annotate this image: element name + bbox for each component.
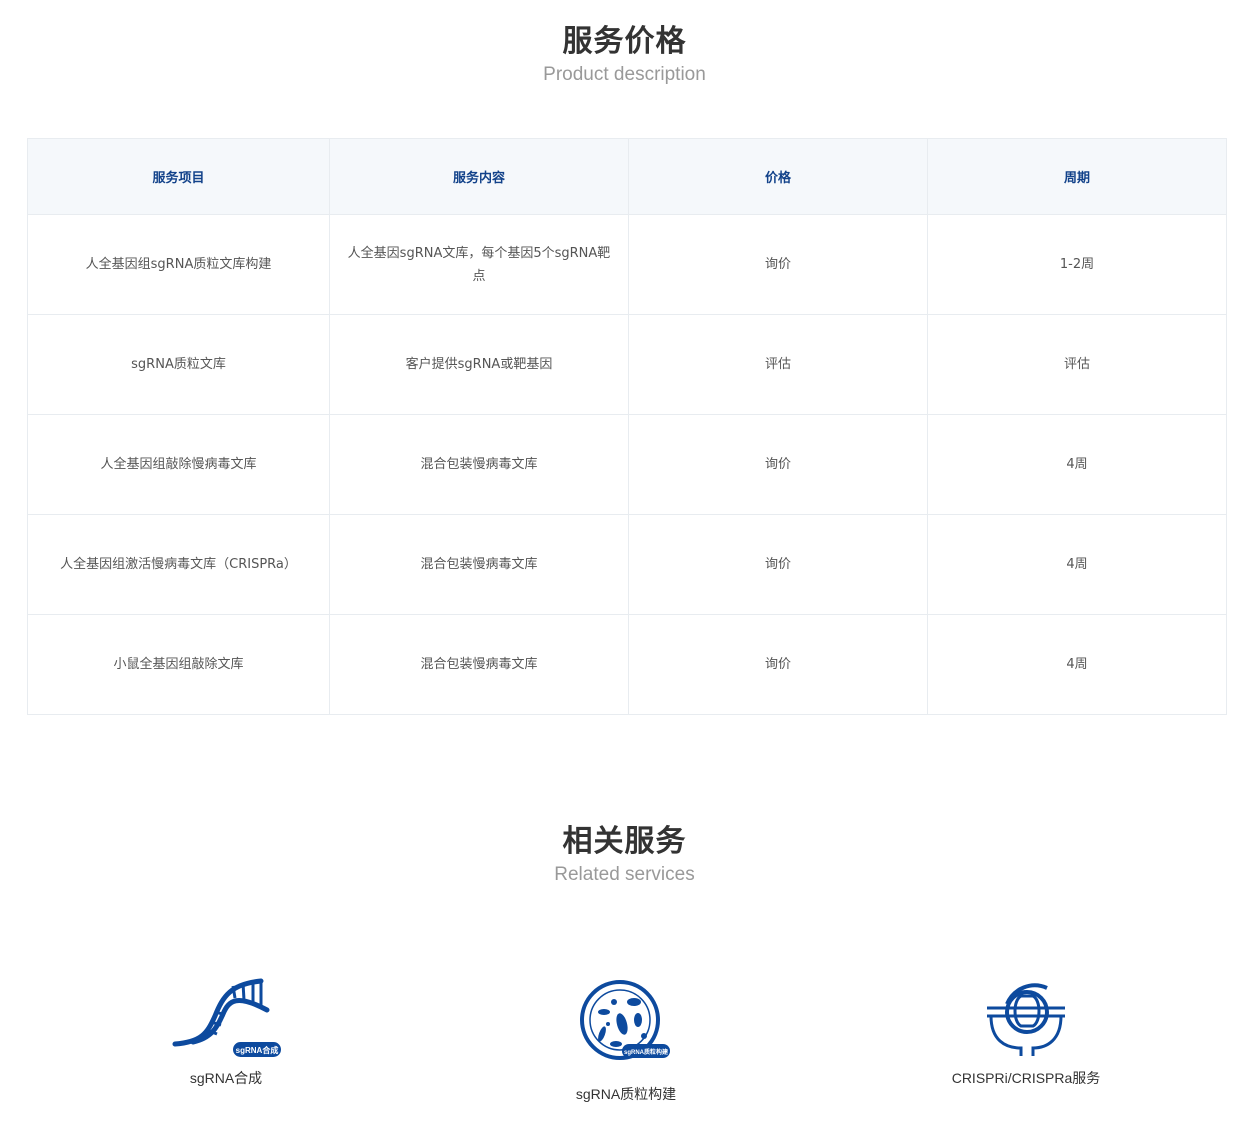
cell-period: 4周 (926, 514, 1228, 615)
related-title: 相关服务 (562, 824, 687, 859)
related-item-label: CRISPRi/CRISPRa服务 (951, 1070, 1101, 1086)
header-period: 周期 (926, 138, 1228, 215)
related-subtitle: Related services (554, 864, 695, 885)
cell-service-content: 混合包装慢病毒文库 (329, 614, 629, 715)
cell-price: 询价 (627, 414, 928, 515)
cell-period: 评估 (926, 314, 1228, 415)
cell-period: 1-2周 (926, 214, 1228, 315)
cell-price: 询价 (627, 614, 928, 715)
svg-text:sgRNA合成: sgRNA合成 (236, 1045, 279, 1055)
table-header-row: 服务项目 服务内容 价格 周期 (27, 138, 1228, 215)
cell-service-item: 人全基因组激活慢病毒文库（CRISPRa） (27, 514, 330, 615)
cell-service-item: 小鼠全基因组敲除文库 (27, 614, 330, 715)
header-service-content: 服务内容 (329, 138, 629, 215)
cell-service-content: 混合包装慢病毒文库 (329, 514, 629, 615)
cell-service-item: 人全基因组敲除慢病毒文库 (27, 414, 330, 515)
related-item-label: sgRNA质粒构建 (575, 1086, 677, 1102)
petri-dish-icon: sgRNA质粒构建 (578, 978, 674, 1076)
table-row: 人全基因组激活慢病毒文库（CRISPRa） 混合包装慢病毒文库 询价 4周 (27, 514, 1228, 615)
svg-text:sgRNA质粒构建: sgRNA质粒构建 (624, 1048, 669, 1056)
dna-helix-icon: sgRNA合成 (171, 978, 281, 1060)
cell-service-content: 人全基因sgRNA文库，每个基因5个sgRNA靶点 (329, 214, 629, 315)
related-item-crispri-crispra[interactable]: CRISPRi/CRISPRa服务 (916, 978, 1136, 1088)
related-item-label: sgRNA合成 (189, 1070, 263, 1086)
cell-service-item: 人全基因组sgRNA质粒文库构建 (27, 214, 330, 315)
table-row: 人全基因组敲除慢病毒文库 混合包装慢病毒文库 询价 4周 (27, 414, 1228, 515)
cell-service-content: 混合包装慢病毒文库 (329, 414, 629, 515)
pricing-title: 服务价格 (562, 24, 687, 59)
cell-service-item: sgRNA质粒文库 (27, 314, 330, 415)
related-item-sgrna-plasmid[interactable]: sgRNA质粒构建 sgRNA质粒构建 (516, 978, 736, 1104)
cell-price: 询价 (627, 214, 928, 315)
cell-price: 询价 (627, 514, 928, 615)
related-item-sgrna-synthesis[interactable]: sgRNA合成 sgRNA合成 (116, 978, 336, 1088)
crispr-mechanism-icon (985, 978, 1067, 1060)
cell-price: 评估 (627, 314, 928, 415)
pricing-table: 服务项目 服务内容 价格 周期 人全基因组sgRNA质粒文库构建 人全基因sgR… (27, 138, 1228, 715)
cell-period: 4周 (926, 414, 1228, 515)
cell-service-content: 客户提供sgRNA或靶基因 (329, 314, 629, 415)
table-row: sgRNA质粒文库 客户提供sgRNA或靶基因 评估 评估 (27, 314, 1228, 415)
header-service-item: 服务项目 (27, 138, 330, 215)
header-price: 价格 (627, 138, 928, 215)
cell-period: 4周 (926, 614, 1228, 715)
table-row: 人全基因组sgRNA质粒文库构建 人全基因sgRNA文库，每个基因5个sgRNA… (27, 214, 1228, 315)
table-row: 小鼠全基因组敲除文库 混合包装慢病毒文库 询价 4周 (27, 614, 1228, 715)
pricing-subtitle: Product description (543, 64, 706, 85)
